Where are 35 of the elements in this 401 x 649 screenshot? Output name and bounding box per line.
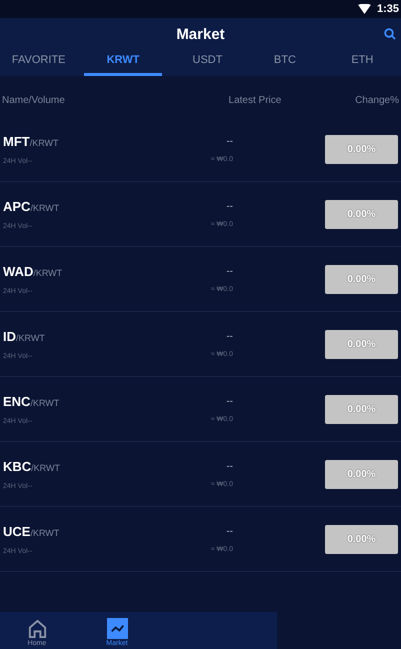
column-header: Name/Volume (2, 95, 65, 108)
market-tab[interactable]: FAVORITE (0, 50, 78, 76)
change-badge: 0.00% (325, 524, 398, 554)
market-tab[interactable]: BTC (246, 50, 324, 76)
change-badge: 0.00% (325, 134, 398, 164)
market-tab[interactable]: KRWT (84, 50, 162, 76)
price-text: -- (225, 266, 233, 276)
price-text: -- (225, 136, 233, 146)
price-text: -- (225, 330, 233, 342)
change-badge: 0.00% (325, 330, 398, 358)
change-badge: 0.00% (325, 460, 398, 488)
chart-icon (106, 618, 128, 639)
column-header: Latest Price (228, 95, 282, 108)
price-text: -- (225, 526, 233, 536)
price-text: -- (225, 200, 233, 212)
price-text: -- (225, 460, 233, 472)
pair-name: UCE/KRWT (3, 524, 60, 538)
pair-name: ENC/KRWT (3, 394, 60, 408)
market-tab[interactable]: ETH (324, 50, 401, 76)
change-badge: 0.00% (325, 394, 398, 424)
change-badge: 0.00% (325, 200, 398, 228)
pair-name: KBC/KRWT (3, 458, 62, 474)
pair-name: WAD/KRWT (3, 264, 64, 278)
wifi-icon (358, 4, 371, 14)
home-icon (26, 618, 48, 639)
pair-name: MFT/KRWT (3, 134, 60, 148)
screen-title: Market (176, 26, 225, 42)
change-badge: 0.00% (325, 264, 398, 294)
column-header: Change% (355, 95, 399, 108)
clock-time: 1:35 (376, 3, 399, 15)
price-text: -- (225, 396, 233, 406)
pair-name: ID/KRWT (3, 328, 46, 344)
pair-name: APC/KRWT (3, 198, 60, 214)
market-tab[interactable]: USDT (168, 50, 246, 76)
search-icon[interactable] (384, 28, 396, 40)
